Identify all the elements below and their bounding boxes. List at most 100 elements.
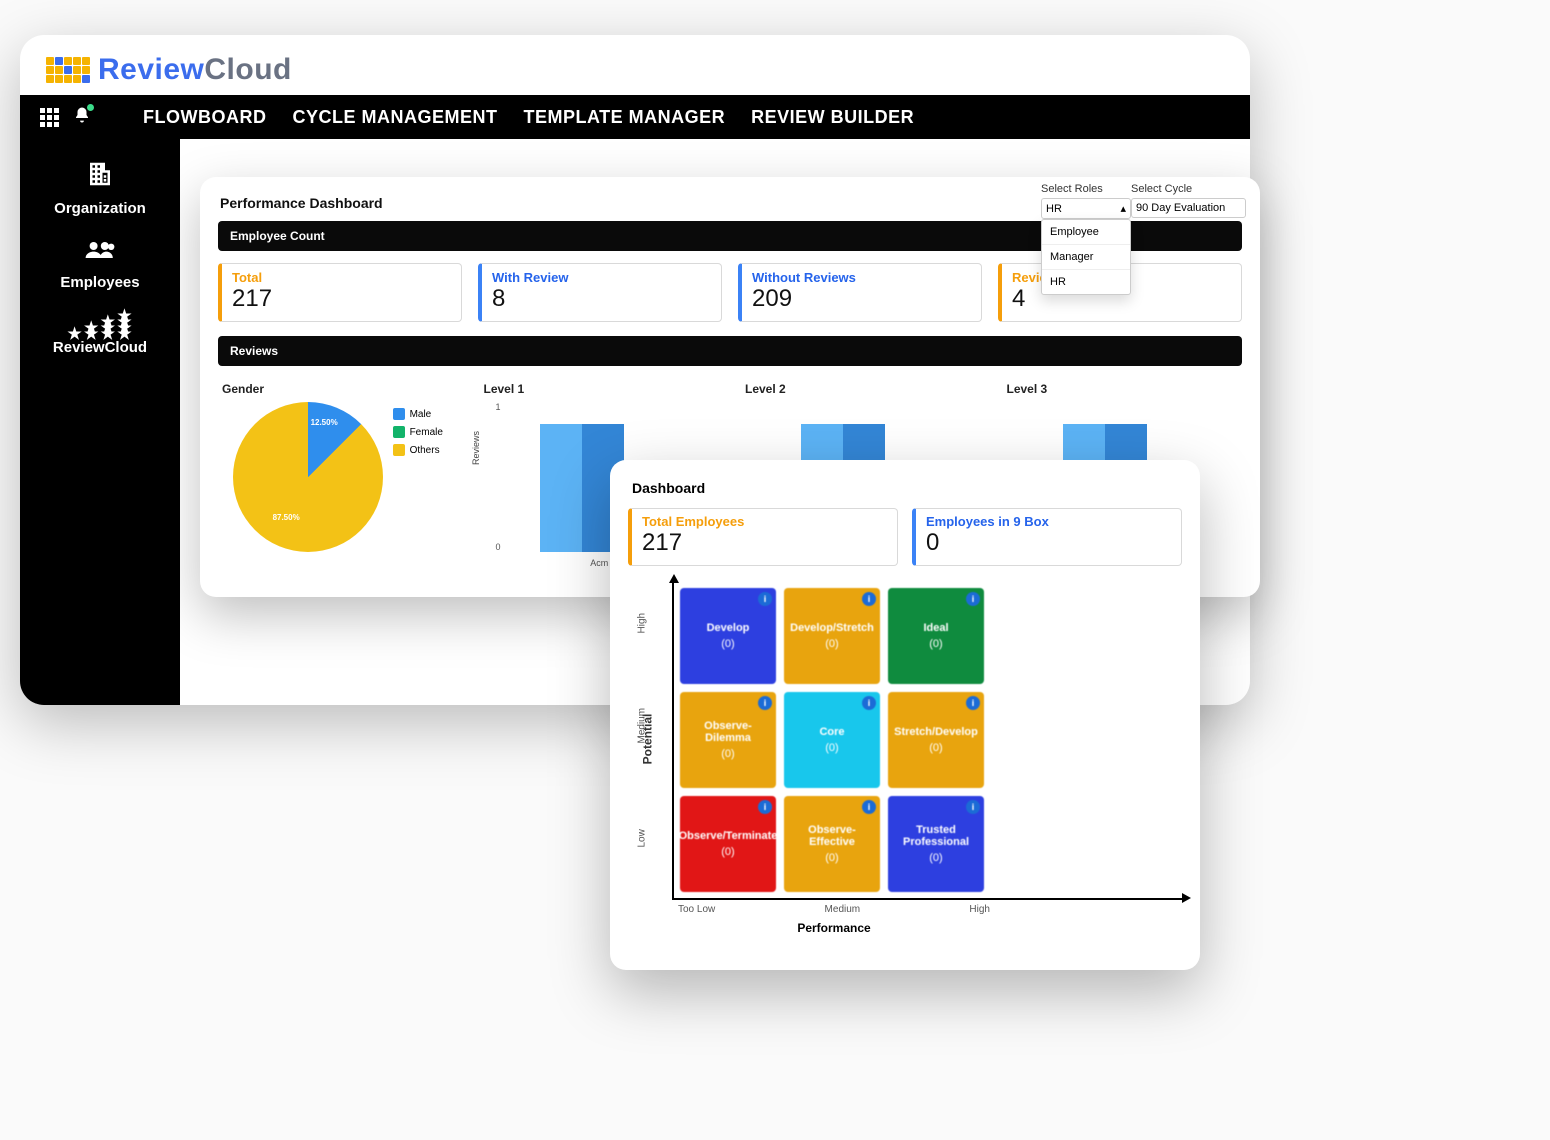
page-title: Dashboard [632, 480, 1182, 496]
ninebox-cell[interactable]: iTrusted Professional(0) [888, 796, 984, 892]
nav-items: FLOWBOARD CYCLE MANAGEMENT TEMPLATE MANA… [143, 107, 914, 128]
cell-name: Stretch/Develop [894, 726, 978, 738]
y-tick: High [637, 613, 648, 634]
cell-count: (0) [721, 846, 734, 858]
card-label: Total Employees [642, 514, 887, 529]
cell-count: (0) [721, 748, 734, 760]
chart-title: Gender [222, 382, 458, 396]
y-axis-label: Reviews [471, 431, 481, 465]
card-value: 217 [232, 285, 451, 313]
page-title: Performance Dashboard [214, 191, 383, 221]
card-without-reviews[interactable]: Without Reviews 209 [738, 263, 982, 322]
cell-name: Observe-Dilemma [684, 720, 772, 744]
select-roles-label: Select Roles [1041, 183, 1131, 195]
building-icon [85, 159, 115, 196]
ninebox-cell[interactable]: i Core (0) [784, 692, 880, 788]
chart-title: Level 2 [745, 382, 981, 396]
ninebox-cell[interactable]: i Observe/Terminate (0) [680, 796, 776, 892]
y-tick: 1 [496, 402, 501, 412]
select-roles[interactable]: Select Roles HR ▴ Employee Manager HR [1041, 183, 1131, 219]
nav-template-manager[interactable]: TEMPLATE MANAGER [523, 107, 725, 128]
legend-item: Others [410, 445, 440, 456]
cell-count: (0) [825, 852, 838, 864]
card-label: With Review [492, 270, 711, 285]
info-icon[interactable]: i [758, 592, 772, 606]
chart-legend: Male Female Others [393, 408, 443, 456]
card-value: 8 [492, 285, 711, 313]
y-tick: 0 [496, 542, 501, 552]
x-axis-label: Performance [678, 921, 990, 935]
ninebox-dashboard-panel: Dashboard Total Employees 217 Employees … [610, 460, 1200, 970]
sidebar-item-organization[interactable]: Organization [54, 159, 146, 217]
select-cycle-value: 90 Day Evaluation [1136, 202, 1225, 214]
x-tick: Medium [825, 904, 861, 915]
card-label: Without Reviews [752, 270, 971, 285]
nav-flowboard[interactable]: FLOWBOARD [143, 107, 266, 128]
y-tick: Low [637, 829, 648, 847]
legend-item: Female [410, 427, 443, 438]
cell-count: (0) [929, 638, 942, 650]
cell-name: Observe/Terminate [679, 830, 778, 842]
info-icon[interactable]: i [758, 696, 772, 710]
users-icon [84, 237, 116, 270]
role-option-manager[interactable]: Manager [1042, 244, 1130, 269]
cell-name: Develop/Stretch [790, 622, 874, 634]
card-total[interactable]: Total 217 [218, 263, 462, 322]
cell-name: Core [819, 726, 844, 738]
role-option-employee[interactable]: Employee [1042, 220, 1130, 244]
ninebox-cell[interactable]: iObserve-Effective(0) [784, 796, 880, 892]
select-cycle[interactable]: Select Cycle 90 Day Evaluation [1131, 183, 1246, 219]
pie-slice-label: 12.50% [311, 418, 338, 427]
card-with-review[interactable]: With Review 8 [478, 263, 722, 322]
card-employees-in-9box[interactable]: Employees in 9 Box 0 [912, 508, 1182, 566]
chevron-up-icon: ▴ [1120, 202, 1126, 215]
chart-title: Level 3 [1007, 382, 1243, 396]
info-icon[interactable]: i [862, 696, 876, 710]
ninebox-cell[interactable]: i Observe-Dilemma (0) [680, 692, 776, 788]
card-value: 0 [926, 529, 1171, 557]
cell-count: (0) [929, 742, 942, 754]
info-icon[interactable]: i [966, 696, 980, 710]
pie-slice-label: 87.50% [273, 513, 300, 522]
cell-name: Develop [707, 622, 750, 634]
card-label: Total [232, 270, 451, 285]
cell-count: (0) [825, 742, 838, 754]
chart-gender: Gender 12.50% 87.50% Male Female Others [218, 378, 458, 552]
sidebar-item-label: Employees [60, 274, 139, 291]
ninebox-cell[interactable]: i Stretch/Develop (0) [888, 692, 984, 788]
pie-chart: 12.50% 87.50% [233, 402, 383, 552]
arrow-up-icon [669, 574, 679, 583]
cell-name: Trusted Professional [892, 824, 980, 848]
cell-name: Ideal [923, 622, 948, 634]
x-tick: Acm [590, 558, 608, 568]
info-icon[interactable]: i [966, 592, 980, 606]
info-icon[interactable]: i [966, 800, 980, 814]
info-icon[interactable]: i [758, 800, 772, 814]
apps-icon[interactable] [40, 108, 59, 127]
y-axis: Potential High Medium Low [628, 582, 672, 882]
top-navbar: FLOWBOARD CYCLE MANAGEMENT TEMPLATE MANA… [20, 95, 1250, 139]
arrow-right-icon [1182, 893, 1191, 903]
nav-review-builder[interactable]: REVIEW BUILDER [751, 107, 914, 128]
brand-text: ReviewCloud [98, 53, 292, 87]
info-icon[interactable]: i [862, 592, 876, 606]
role-option-hr[interactable]: HR [1042, 269, 1130, 294]
notifications-icon[interactable] [73, 106, 91, 129]
ninebox-cell[interactable]: i Develop (0) [680, 588, 776, 684]
card-total-employees[interactable]: Total Employees 217 [628, 508, 898, 566]
info-icon[interactable]: i [862, 800, 876, 814]
brand-logo: ReviewCloud [20, 35, 1250, 95]
card-value: 209 [752, 285, 971, 313]
ninebox-matrix: Potential High Medium Low iDevelop(0)iDe… [672, 582, 1182, 935]
select-roles-value: HR [1046, 203, 1062, 215]
select-cycle-label: Select Cycle [1131, 183, 1246, 195]
sidebar-item-label: Organization [54, 200, 146, 217]
sidebar-item-reviewcloud[interactable]: ★ ★★ ★★★★★★★ ReviewCloud [53, 311, 147, 356]
sidebar: Organization Employees ★ ★★ ★★★★★★★ Revi… [20, 139, 180, 705]
ninebox-cell[interactable]: iDevelop/Stretch(0) [784, 588, 880, 684]
chart-title: Level 1 [484, 382, 720, 396]
ninebox-cell[interactable]: i Ideal (0) [888, 588, 984, 684]
sidebar-item-employees[interactable]: Employees [60, 237, 139, 291]
cell-count: (0) [721, 638, 734, 650]
nav-cycle-management[interactable]: CYCLE MANAGEMENT [292, 107, 497, 128]
